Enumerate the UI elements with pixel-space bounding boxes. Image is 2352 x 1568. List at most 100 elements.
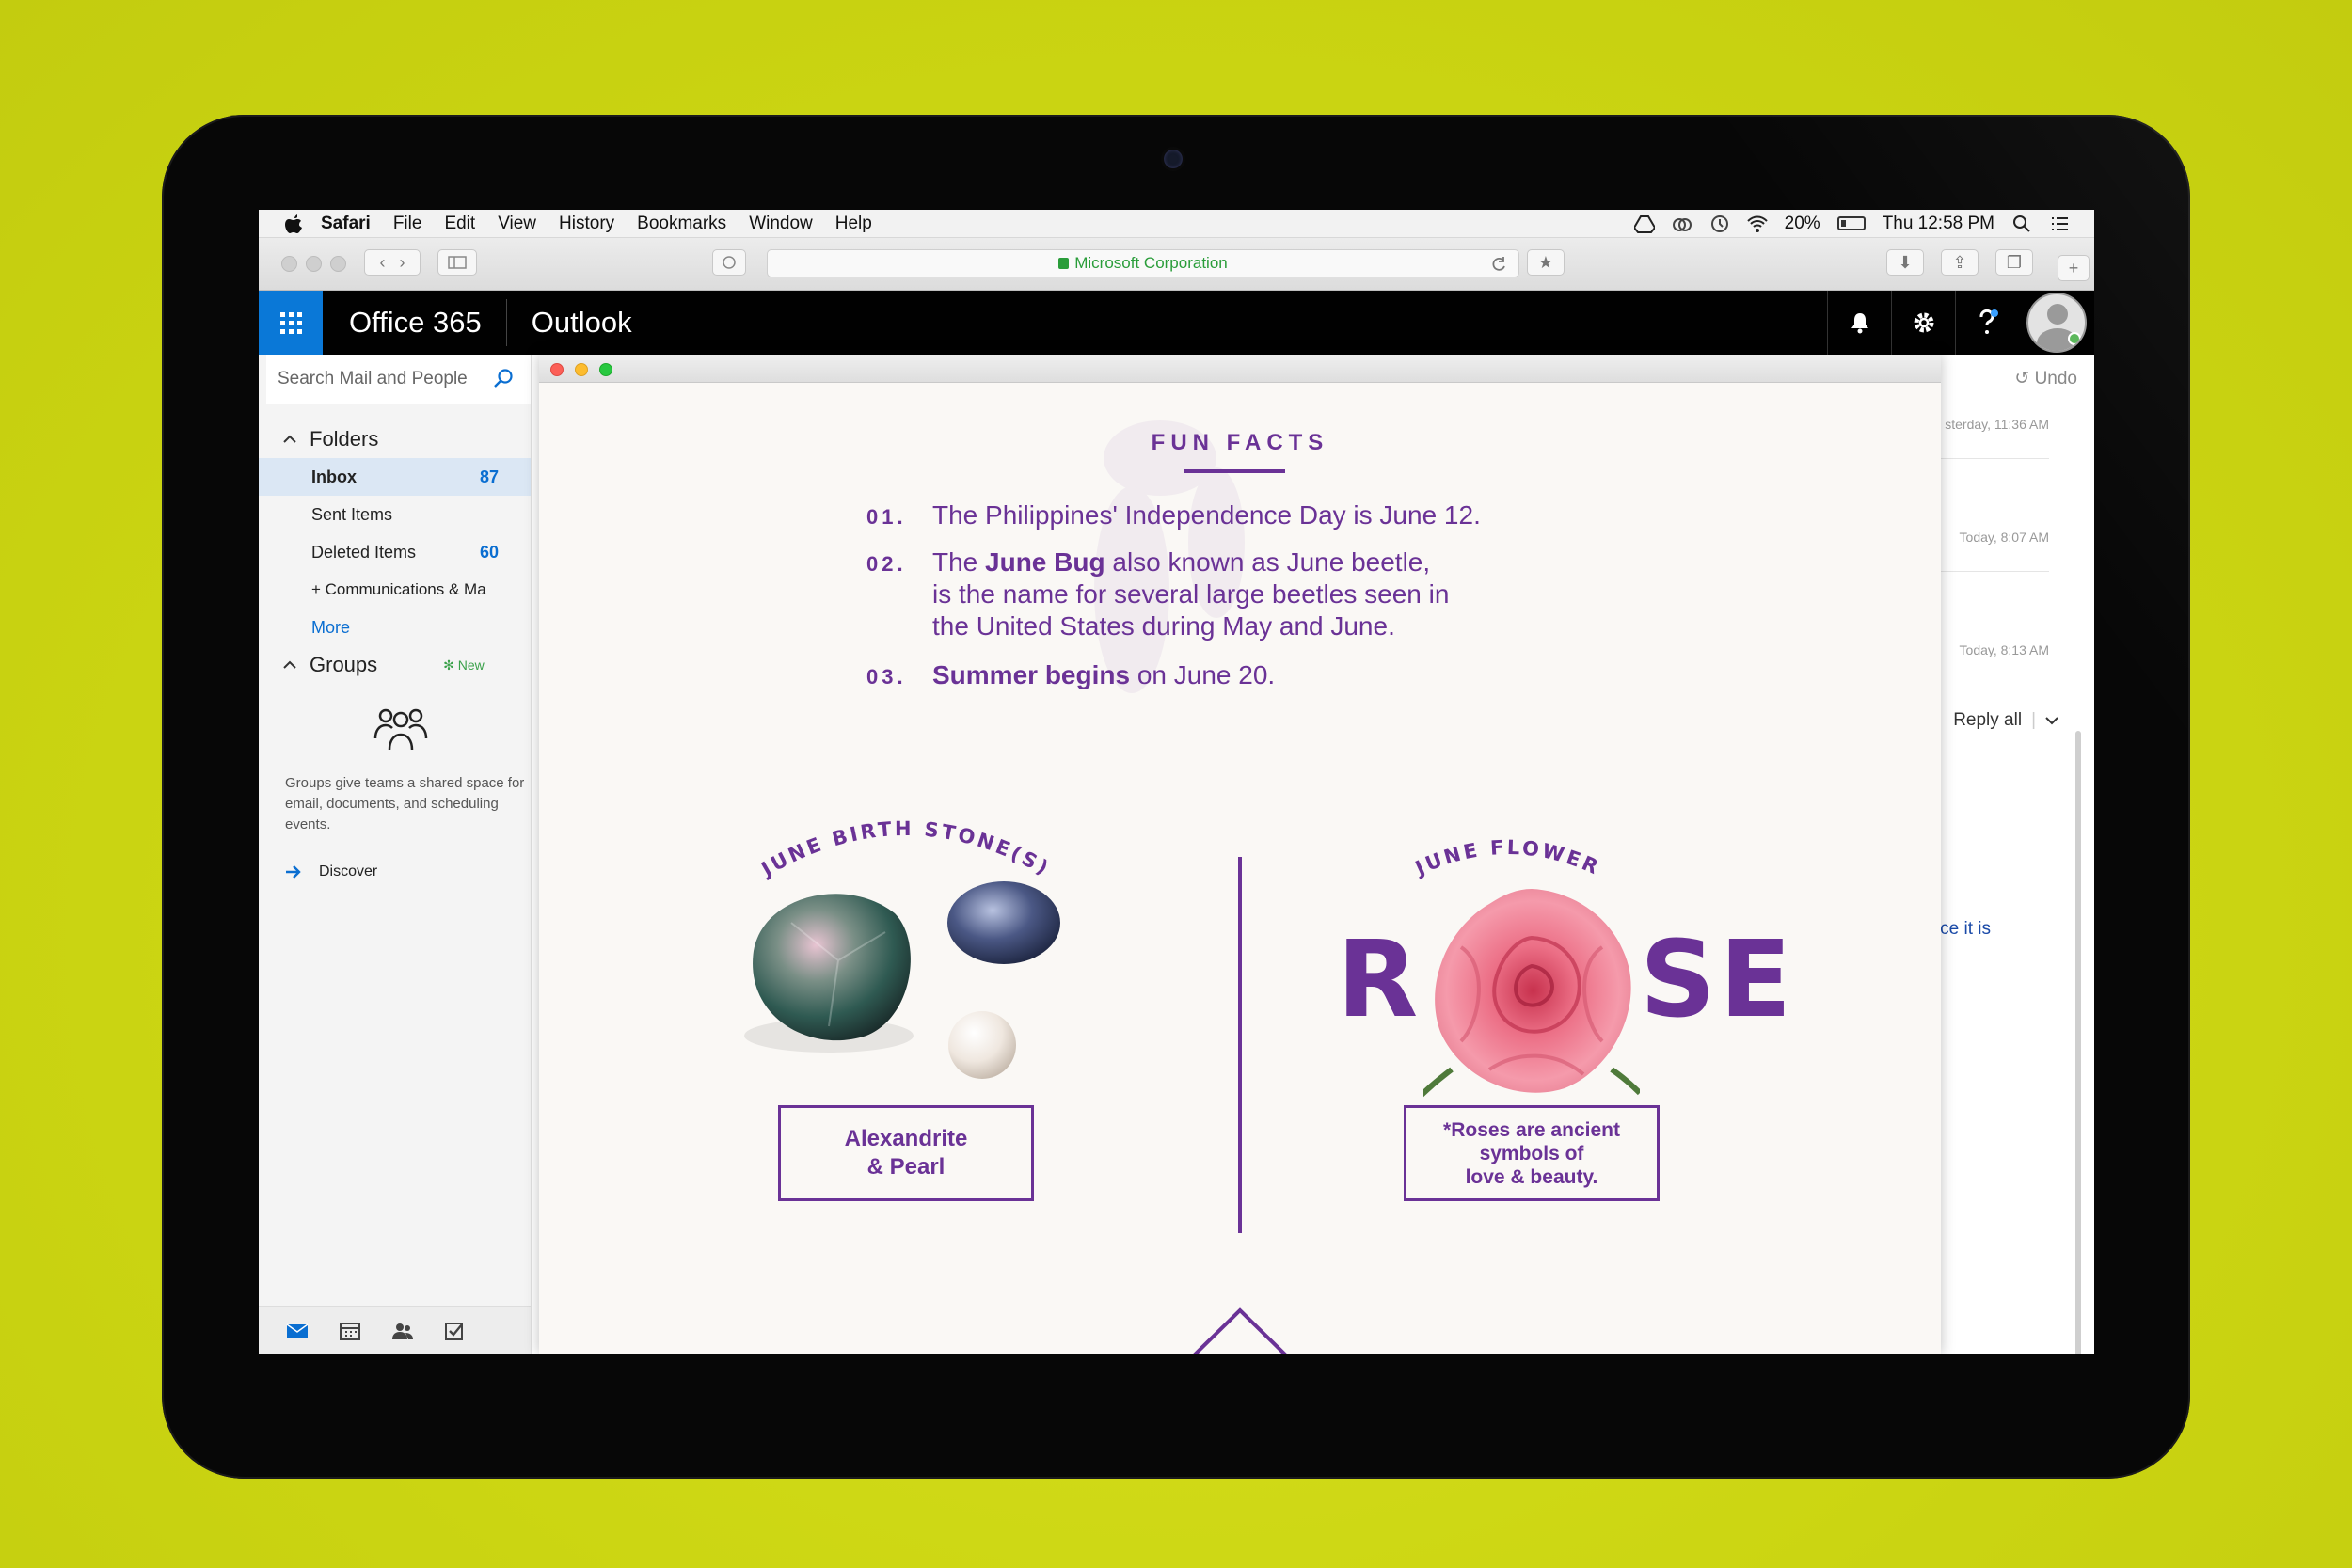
sidebar-toggle-button[interactable] — [437, 249, 477, 276]
search-icon[interactable] — [493, 368, 514, 388]
reply-all-label: Reply all — [1953, 710, 2023, 730]
calendar-icon[interactable] — [338, 1321, 362, 1341]
bookmark-button[interactable]: ★ — [1527, 249, 1565, 276]
mail-icon[interactable] — [285, 1321, 310, 1341]
spotlight-search-icon[interactable] — [2011, 214, 2032, 233]
header-icons — [1827, 291, 2094, 355]
svg-text:JUNE BIRTH STONE(S): JUNE BIRTH STONE(S) — [756, 817, 1055, 881]
menu-edit[interactable]: Edit — [444, 214, 475, 234]
drive-icon[interactable] — [1633, 214, 1655, 233]
arrow-right-icon — [286, 865, 301, 879]
folders-header-label: Folders — [310, 427, 379, 451]
folder-label: + Communications & Ma — [311, 580, 486, 598]
lock-icon — [1058, 258, 1070, 269]
creative-cloud-icon[interactable] — [1672, 214, 1692, 233]
fact-text: on June 20. — [1130, 660, 1276, 689]
undo-button[interactable]: ↺ Undo — [2014, 368, 2077, 389]
plus-icon: + — [2068, 258, 2079, 277]
search-placeholder: Search Mail and People — [278, 369, 468, 388]
reload-icon[interactable] — [1490, 256, 1507, 273]
birthstone-line-1: Alexandrite — [844, 1126, 968, 1151]
svg-text:JUNE FLOWER: JUNE FLOWER — [1410, 836, 1604, 880]
settings-button[interactable] — [1891, 291, 1955, 355]
office-header: Office 365 Outlook — [259, 291, 2094, 355]
tabs-button[interactable]: ❐ — [1995, 249, 2033, 276]
folder-deleted-items[interactable]: Deleted Items 60 — [259, 533, 531, 571]
new-badge: ✻ New — [443, 657, 485, 673]
close-window-button[interactable] — [550, 363, 564, 376]
chevron-up-icon — [283, 660, 296, 669]
unread-count: 60 — [479, 542, 499, 562]
rose-flower-image — [1423, 889, 1640, 1098]
menu-view[interactable]: View — [498, 214, 536, 234]
tabs-icon: ❐ — [2006, 252, 2023, 272]
message-link-fragment[interactable]: ce it is — [1940, 919, 1991, 940]
fact-3: 03. Summer begins on June 20. — [866, 659, 1276, 691]
share-button[interactable]: ⇪ — [1941, 249, 1979, 276]
battery-percent: 20% — [1784, 213, 1820, 233]
window-close-button[interactable] — [281, 256, 297, 272]
chevron-down-icon[interactable] — [2045, 716, 2058, 725]
mac-menu-bar: Safari File Edit View History Bookmarks … — [259, 210, 2094, 238]
discover-link[interactable]: Discover — [259, 863, 531, 880]
presence-icon — [2068, 332, 2081, 345]
fact-bold: June Bug — [985, 547, 1105, 577]
folder-sent-items[interactable]: Sent Items — [259, 496, 531, 533]
battery-icon[interactable] — [1836, 216, 1866, 230]
scroll-up-triangle[interactable] — [1188, 1305, 1292, 1354]
more-folders-link[interactable]: More — [259, 609, 531, 646]
menu-help[interactable]: Help — [835, 214, 872, 234]
app-launcher-icon[interactable] — [259, 291, 323, 355]
help-button[interactable] — [1955, 291, 2019, 355]
notification-center-icon[interactable] — [2049, 214, 2070, 233]
search-input[interactable]: Search Mail and People — [266, 355, 531, 404]
menu-file[interactable]: File — [393, 214, 422, 234]
downloads-button[interactable]: ⬇ — [1886, 249, 1924, 276]
scrollbar[interactable] — [2075, 731, 2081, 1354]
fact-text: The Philippines' Independence Day is Jun… — [932, 500, 1481, 530]
address-text: Microsoft Corporation — [1074, 254, 1228, 272]
apple-icon[interactable] — [283, 214, 304, 234]
new-tab-button[interactable]: + — [2058, 255, 2090, 281]
groups-header[interactable]: Groups ✻ New — [259, 646, 531, 684]
message-window: FUN FACTS 01. The Philippines' Independe… — [539, 355, 1941, 1354]
left-navigation: Search Mail and People Folders Inbox 87 … — [259, 355, 532, 1354]
folder-communications[interactable]: + Communications & Ma — [259, 571, 531, 609]
back-icon[interactable]: ‹ — [379, 253, 385, 273]
fun-facts-underline — [1184, 469, 1285, 473]
wifi-icon[interactable] — [1746, 214, 1768, 233]
fact-1: 01. The Philippines' Independence Day is… — [866, 499, 1481, 531]
menu-window[interactable]: Window — [749, 214, 813, 234]
menubar-clock[interactable]: Thu 12:58 PM — [1883, 214, 1994, 234]
fact-2: 02. The June Bug also known as June beet… — [866, 546, 1449, 642]
window-minimize-button[interactable] — [306, 256, 322, 272]
fact-number: 02. — [866, 552, 907, 576]
avatar[interactable] — [2026, 293, 2087, 353]
forward-icon[interactable]: › — [400, 253, 405, 273]
reply-all-button[interactable]: Reply all | — [1953, 710, 2058, 731]
menu-safari[interactable]: Safari — [321, 214, 371, 234]
office-brand[interactable]: Office 365 — [349, 306, 482, 340]
bell-icon — [1851, 313, 1868, 334]
section-divider — [1238, 857, 1242, 1233]
back-forward-buttons[interactable]: ‹ › — [364, 249, 421, 276]
address-bar[interactable]: Microsoft Corporation — [767, 249, 1519, 277]
app-name[interactable]: Outlook — [532, 306, 632, 340]
window-zoom-button[interactable] — [330, 256, 346, 272]
safari-toolbar: ‹ › Microsoft Corporation ★ ⬇ ⇪ ❐ + — [259, 238, 2094, 291]
zoom-window-button[interactable] — [599, 363, 612, 376]
groups-description: Groups give teams a shared space for ema… — [285, 775, 525, 832]
folder-inbox[interactable]: Inbox 87 — [259, 458, 531, 496]
reader-button[interactable] — [712, 249, 746, 276]
fact-line-1: The June Bug also known as June beetle, — [932, 547, 1431, 577]
menu-bookmarks[interactable]: Bookmarks — [637, 214, 726, 234]
people-icon[interactable] — [390, 1321, 415, 1341]
tasks-icon[interactable] — [443, 1321, 468, 1341]
folders-header[interactable]: Folders — [259, 420, 531, 458]
menu-history[interactable]: History — [559, 214, 614, 234]
birthstone-name-box: Alexandrite & Pearl — [778, 1105, 1034, 1201]
time-machine-icon[interactable] — [1709, 214, 1730, 233]
fun-facts-title: FUN FACTS — [1151, 430, 1329, 455]
minimize-window-button[interactable] — [575, 363, 588, 376]
notifications-button[interactable] — [1827, 291, 1891, 355]
